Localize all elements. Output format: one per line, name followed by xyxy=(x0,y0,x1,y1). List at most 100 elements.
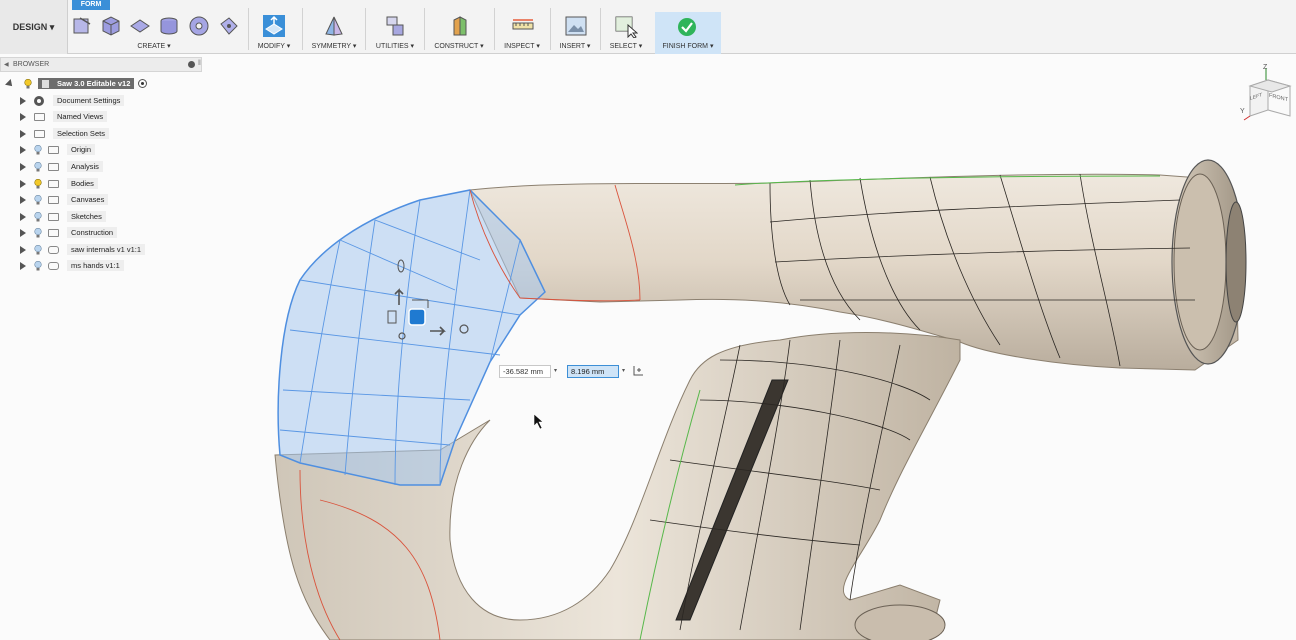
lightbulb-off-icon[interactable] xyxy=(34,194,42,205)
create-quadball-icon[interactable] xyxy=(217,14,241,38)
symmetry-icon[interactable] xyxy=(322,14,346,38)
browser-item-bodies[interactable]: Bodies xyxy=(20,177,98,190)
viewcube[interactable]: Z Y LEFT FRONT xyxy=(1238,64,1296,124)
insert-menu[interactable]: INSERT ▾ xyxy=(555,42,595,50)
toolbar: DESIGN ▾ FORM CREATE ▾ MODIFY ▾ SYMMETRY… xyxy=(0,0,1296,54)
expand-arrow-icon[interactable] xyxy=(20,195,26,204)
insert-image-icon[interactable] xyxy=(564,14,588,38)
utilities-menu[interactable]: UTILITIES ▾ xyxy=(372,42,418,50)
component-link-icon xyxy=(48,245,59,254)
fusion-app-window: DESIGN ▾ FORM CREATE ▾ MODIFY ▾ SYMMETRY… xyxy=(0,0,1296,640)
activate-radio-icon[interactable] xyxy=(138,79,148,88)
browser-item-ms-hands[interactable]: ms hands v1:1 xyxy=(20,259,124,272)
item-label: Canvases xyxy=(67,194,109,205)
distance-input-x[interactable]: -36.582 mm xyxy=(499,365,551,378)
expand-arrow-icon[interactable] xyxy=(20,228,26,237)
distance-input-y[interactable]: 8.196 mm xyxy=(567,365,619,378)
panel-menu-icon[interactable]: ‖ xyxy=(198,60,201,67)
browser-item-construction[interactable]: Construction xyxy=(20,226,118,239)
browser-panel-header[interactable]: ◀ BROWSER ‖ xyxy=(0,57,202,72)
pin-icon[interactable] xyxy=(188,61,195,68)
expand-arrow-icon[interactable] xyxy=(20,261,26,270)
workspace-label: DESIGN ▾ xyxy=(12,21,55,32)
modify-icon[interactable] xyxy=(262,14,286,38)
construct-icon[interactable] xyxy=(448,14,472,38)
utilities-icon[interactable] xyxy=(383,14,407,38)
folder-icon xyxy=(48,162,59,171)
viewcube-z-label: Z xyxy=(1263,64,1268,71)
lightbulb-off-icon[interactable] xyxy=(34,161,42,172)
create-box-icon[interactable] xyxy=(70,14,94,38)
item-label: Construction xyxy=(67,227,118,238)
folder-icon xyxy=(48,179,59,188)
collapse-arrow-icon[interactable]: ◀ xyxy=(4,61,9,68)
dropdown-arrow-icon[interactable]: ▾ xyxy=(554,367,557,374)
toolbar-separator xyxy=(302,8,303,50)
expand-arrow-icon[interactable] xyxy=(20,162,26,171)
item-label: ms hands v1:1 xyxy=(67,260,124,271)
item-label: Origin xyxy=(67,144,96,155)
selected-faces[interactable] xyxy=(277,189,546,486)
browser-item-origin[interactable]: Origin xyxy=(20,143,96,156)
browser-item-sketches[interactable]: Sketches xyxy=(20,210,106,223)
expand-arrow-icon[interactable] xyxy=(20,129,26,138)
lightbulb-off-icon[interactable] xyxy=(34,227,42,238)
folder-icon xyxy=(48,195,59,204)
browser-item-named-views[interactable]: Named Views xyxy=(20,110,108,123)
inspect-icon[interactable] xyxy=(511,14,535,38)
item-label: Sketches xyxy=(67,211,106,222)
checkmark-icon xyxy=(678,18,696,36)
browser-item-selection-sets[interactable]: Selection Sets xyxy=(20,127,109,140)
3d-viewport[interactable] xyxy=(0,55,1296,640)
lightbulb-off-icon[interactable] xyxy=(34,211,42,222)
folder-icon xyxy=(48,145,59,154)
create-cylinder-icon[interactable] xyxy=(157,14,181,38)
construct-menu[interactable]: CONSTRUCT ▾ xyxy=(430,42,488,50)
tab-form[interactable]: FORM xyxy=(72,0,110,10)
select-icon[interactable] xyxy=(614,14,638,38)
expand-arrow-icon[interactable] xyxy=(20,112,26,121)
symmetry-menu[interactable]: SYMMETRY ▾ xyxy=(308,42,360,50)
select-menu[interactable]: SELECT ▾ xyxy=(604,42,648,50)
create-plane-icon[interactable] xyxy=(128,14,152,38)
root-document-name: Saw 3.0 Editable v12 xyxy=(57,79,131,88)
browser-root-item[interactable]: Saw 3.0 Editable v12 xyxy=(5,77,148,90)
lightbulb-off-icon[interactable] xyxy=(34,260,42,271)
browser-item-canvases[interactable]: Canvases xyxy=(20,193,109,206)
browser-item-document-settings[interactable]: Document Settings xyxy=(20,94,125,107)
browser-item-analysis[interactable]: Analysis xyxy=(20,160,103,173)
expand-arrow-icon[interactable] xyxy=(20,212,26,221)
expand-down-icon[interactable] xyxy=(5,78,15,89)
distance-value-y: 8.196 mm xyxy=(571,367,605,376)
coordinate-toggle-icon[interactable] xyxy=(631,364,645,378)
create-cube-icon[interactable] xyxy=(99,14,123,38)
modify-menu[interactable]: MODIFY ▾ xyxy=(252,42,296,50)
expand-arrow-icon[interactable] xyxy=(20,245,26,254)
workspace-switcher-button[interactable]: DESIGN ▾ xyxy=(0,0,68,54)
item-label: Document Settings xyxy=(53,95,125,106)
create-menu[interactable]: CREATE ▾ xyxy=(126,42,182,50)
folder-icon xyxy=(34,112,45,121)
folder-icon xyxy=(34,129,45,138)
inspect-menu[interactable]: INSPECT ▾ xyxy=(500,42,544,50)
lightbulb-on-icon[interactable] xyxy=(34,178,42,189)
dropdown-arrow-icon[interactable]: ▾ xyxy=(622,367,625,374)
folder-icon xyxy=(48,228,59,237)
finish-form-button[interactable]: FINISH FORM ▾ xyxy=(655,12,721,54)
lightbulb-off-icon[interactable] xyxy=(34,144,42,155)
expand-arrow-icon[interactable] xyxy=(20,145,26,154)
browser-item-saw-internals[interactable]: saw internals v1 v1:1 xyxy=(20,243,146,256)
lightbulb-on-icon[interactable] xyxy=(24,78,32,89)
finish-form-label: FINISH FORM ▾ xyxy=(662,43,714,50)
toolbar-separator xyxy=(550,8,551,50)
expand-arrow-icon[interactable] xyxy=(20,179,26,188)
root-document-label: Saw 3.0 Editable v12 xyxy=(38,78,135,89)
item-label: Bodies xyxy=(67,178,98,189)
expand-arrow-icon[interactable] xyxy=(20,96,26,105)
toolbar-separator xyxy=(248,8,249,50)
lightbulb-off-icon[interactable] xyxy=(34,244,42,255)
toolbar-separator xyxy=(424,8,425,50)
mouse-cursor xyxy=(533,413,544,430)
document-icon xyxy=(42,79,49,88)
create-torus-icon[interactable] xyxy=(187,14,211,38)
